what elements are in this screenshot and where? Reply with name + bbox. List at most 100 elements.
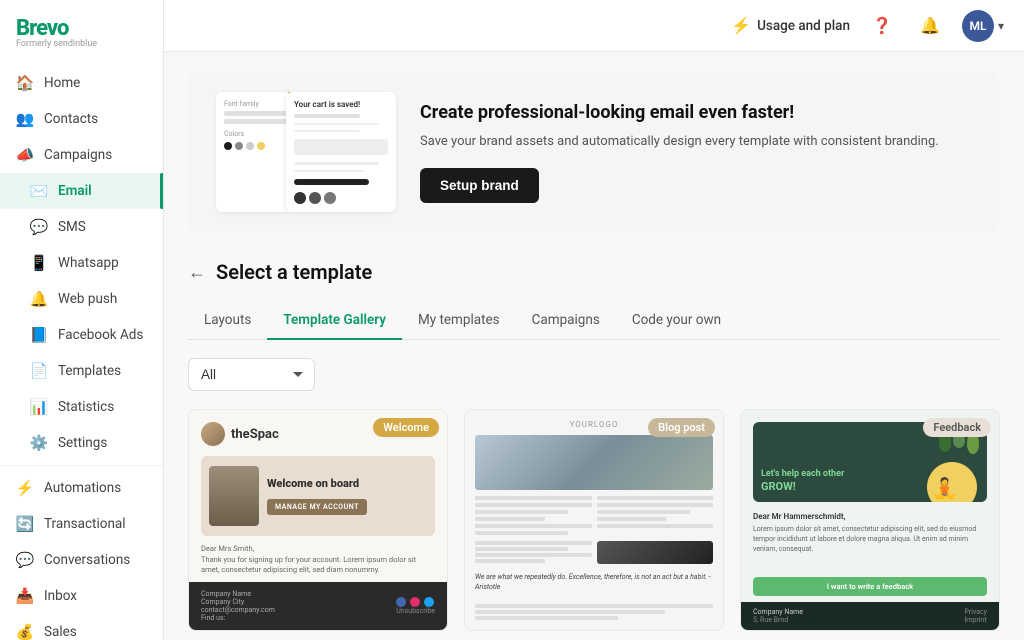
user-menu[interactable]: ML ▾ [962,10,1004,42]
card-feedback-greeting: Dear Mr Hammerschmidt, [753,512,987,521]
sidebar-item-label: Statistics [58,399,114,415]
promo-text: Create professional-looking email even f… [420,101,972,203]
home-icon: 🏠 [16,74,34,92]
card-logo-circle [201,422,225,446]
promo-preview-image: NEW Font family Colors Your c [216,92,396,212]
sidebar-item-label: SMS [58,219,86,235]
card-feedback-body: Lorem ipsum dolor sit amet, consectetur … [753,525,987,569]
sidebar-item-campaigns[interactable]: 📣 Campaigns [0,137,163,173]
automations-icon: ⚡ [16,479,34,497]
promo-card-inner: Your cart is saved! [286,92,396,212]
sidebar-item-conversations[interactable]: 💬 Conversations [0,542,163,578]
question-icon: ❓ [872,16,892,35]
settings-icon: ⚙️ [30,434,48,452]
section-header: ← Select a template [188,260,1000,284]
setup-brand-button[interactable]: Setup brand [420,168,539,203]
sidebar-item-whatsapp[interactable]: 📱 Whatsapp [0,245,163,281]
card-hero-image [209,466,259,526]
card-body: Dear Mrs Smith, Thank you for signing up… [201,544,435,576]
sidebar-item-label: Contacts [44,111,98,127]
usage-and-plan-button[interactable]: ⚡ Usage and plan [731,16,850,35]
sidebar-item-label: Sales [44,624,77,640]
sidebar-item-label: Home [44,75,80,91]
template-card-blog[interactable]: Blog post YOURLOGO [464,409,724,631]
template-card-welcome[interactable]: Welcome theSpac Welcome on board MANAGE … [188,409,448,631]
sidebar-item-sms[interactable]: 💬 SMS [0,209,163,245]
sidebar-item-email[interactable]: ✉️ Email [0,173,163,209]
template-tabs: Layouts Template Gallery My templates Ca… [188,302,1000,340]
brand-logo: Brevo Formerly sendinblue [0,0,163,61]
contacts-icon: 👥 [16,110,34,128]
promo-title: Create professional-looking email even f… [420,101,972,124]
sidebar-item-contacts[interactable]: 👥 Contacts [0,101,163,137]
category-filter[interactable]: All Welcome Promotional Newsletter Trans… [188,358,315,391]
sidebar: Brevo Formerly sendinblue 🏠 Home 👥 Conta… [0,0,164,640]
card-social [396,597,435,607]
card-welcome-preview: theSpac Welcome on board MANAGE MY ACCOU… [189,410,447,630]
statistics-icon: 📊 [30,398,48,416]
sidebar-nav: 🏠 Home 👥 Contacts 📣 Campaigns ✉️ Email 💬… [0,61,163,640]
transactional-icon: 🔄 [16,515,34,533]
whatsapp-icon: 📱 [30,254,48,272]
sidebar-item-transactional[interactable]: 🔄 Transactional [0,506,163,542]
lightning-icon: ⚡ [731,16,751,35]
sidebar-item-templates[interactable]: 📄 Templates [0,353,163,389]
template-badge-blog: Blog post [648,418,715,437]
card-feedback-preview: Let's help each other GROW! 🧘 Dear Mr Ha… [741,410,999,630]
sidebar-item-label: Web push [58,291,117,307]
tab-template-gallery[interactable]: Template Gallery [267,302,402,340]
sidebar-item-webpush[interactable]: 🔔 Web push [0,281,163,317]
template-card-feedback[interactable]: Feedback Let's help each other GROW! [740,409,1000,631]
sidebar-item-settings[interactable]: ⚙️ Settings [0,425,163,461]
sidebar-item-label: Conversations [44,552,130,568]
card-feedback-footer: Company Name 5, Rue Brnd PrivacyImprint [741,602,999,630]
main-content: ⚡ Usage and plan ❓ 🔔 ML ▾ NEW Font famil… [164,0,1024,640]
card-blog-preview: YOURLOGO [465,410,723,630]
card-footer: Company Name Company City contact@compan… [189,582,447,630]
card-footer-links: Unsubscribe [396,607,435,615]
card-feedback-cta: I want to write a feedback [753,577,987,596]
content-area: NEW Font family Colors Your c [164,52,1024,640]
usage-label: Usage and plan [757,18,850,34]
sidebar-item-sales[interactable]: 💰 Sales [0,614,163,640]
template-badge-welcome: Welcome [373,418,439,437]
tab-campaigns[interactable]: Campaigns [516,302,616,340]
chevron-down-icon: ▾ [998,19,1004,33]
sidebar-item-inbox[interactable]: 📥 Inbox [0,578,163,614]
avatar[interactable]: ML [962,10,994,42]
filter-row: All Welcome Promotional Newsletter Trans… [188,358,1000,391]
topbar: ⚡ Usage and plan ❓ 🔔 ML ▾ [164,0,1024,52]
card-logo-text: theSpac [231,427,279,442]
section-title: Select a template [216,260,372,284]
tab-layouts[interactable]: Layouts [188,302,267,340]
tab-my-templates[interactable]: My templates [402,302,516,340]
sidebar-item-home[interactable]: 🏠 Home [0,65,163,101]
promo-banner: NEW Font family Colors Your c [188,72,1000,232]
card-feedback-hero-line1: Let's help each other [761,469,844,479]
templates-grid: Welcome theSpac Welcome on board MANAGE … [188,409,1000,631]
card-blog-quote: We are what we repeatedly do. Excellence… [475,570,713,596]
facebookads-icon: 📘 [30,326,48,344]
campaigns-icon: 📣 [16,146,34,164]
sidebar-item-facebookads[interactable]: 📘 Facebook Ads [0,317,163,353]
notifications-icon-button[interactable]: 🔔 [914,10,946,42]
card-blog-hero [475,435,713,490]
sidebar-item-label: Transactional [44,516,126,532]
sms-icon: 💬 [30,218,48,236]
template-badge-feedback: Feedback [923,418,991,437]
help-icon-button[interactable]: ❓ [866,10,898,42]
card-hero: Welcome on board MANAGE MY ACCOUNT [201,456,435,536]
sidebar-item-label: Email [58,183,92,199]
back-button[interactable]: ← [188,262,206,283]
sidebar-item-statistics[interactable]: 📊 Statistics [0,389,163,425]
sales-icon: 💰 [16,623,34,640]
tab-code-your-own[interactable]: Code your own [616,302,737,340]
sidebar-item-label: Facebook Ads [58,327,143,343]
sidebar-item-label: Templates [58,363,121,379]
card-blog-img2 [597,541,714,564]
sidebar-divider [0,465,163,466]
sidebar-item-automations[interactable]: ⚡ Automations [0,470,163,506]
brand-subtitle: Formerly sendinblue [16,39,147,49]
sidebar-item-label: Campaigns [44,147,112,163]
email-icon: ✉️ [30,182,48,200]
